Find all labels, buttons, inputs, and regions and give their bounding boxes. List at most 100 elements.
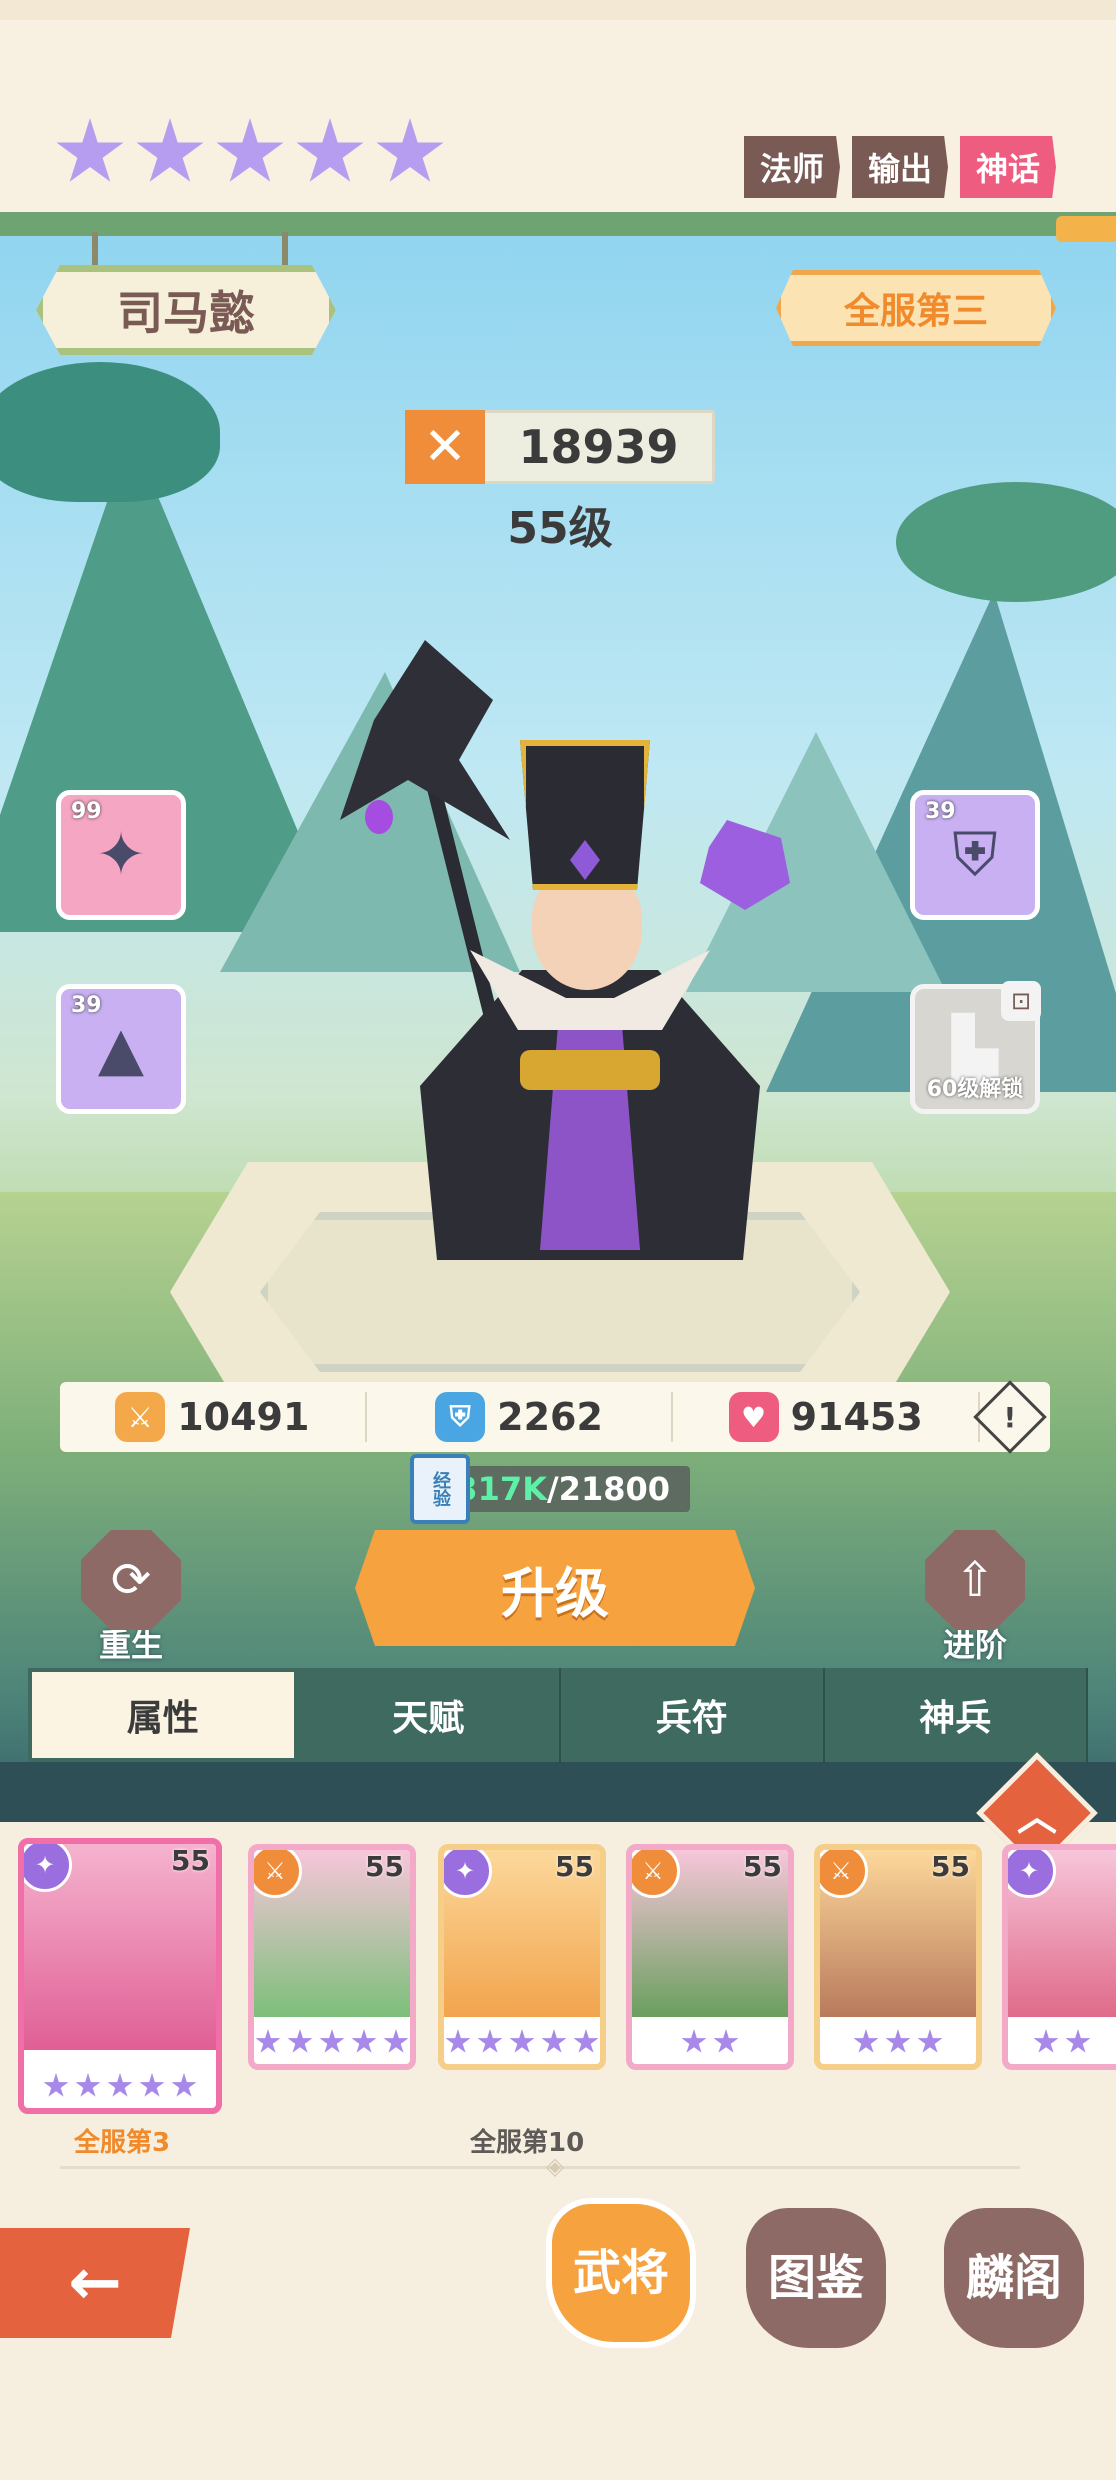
tab-divine-weapon[interactable]: 神兵 bbox=[824, 1668, 1088, 1762]
tab-label: 兵符 bbox=[655, 1698, 728, 1739]
star-icon bbox=[853, 2029, 879, 2053]
equip-slot-boots[interactable]: ▙ 60级解锁 ⊡ bbox=[910, 981, 1041, 1114]
scene-top-ribbon bbox=[0, 212, 1116, 242]
divider-ornament-icon: ◈ bbox=[545, 2152, 565, 2180]
star-icon bbox=[1033, 2029, 1059, 2053]
tree-right bbox=[896, 482, 1116, 602]
card-level: 55 bbox=[743, 1850, 782, 1883]
card-level: 55 bbox=[365, 1850, 404, 1883]
rebirth-icon: ⟳ bbox=[81, 1530, 181, 1630]
nav-label: 图鉴 bbox=[767, 2250, 864, 2306]
card-level: 55 bbox=[555, 1850, 594, 1883]
star-icon bbox=[216, 118, 284, 182]
tab-attributes[interactable]: 属性 bbox=[28, 1668, 298, 1762]
exp-bar: 经验 317K /21800 bbox=[410, 1454, 690, 1524]
combat-power: ✕ 18939 bbox=[405, 410, 715, 484]
detail-tabs: 属性 天赋 兵符 神兵 bbox=[28, 1668, 1088, 1762]
tag-mage: 法师 bbox=[743, 136, 840, 198]
equip-slot-hat[interactable]: 39 ▲ bbox=[56, 984, 186, 1114]
staff-gem bbox=[365, 800, 393, 834]
card-stars bbox=[254, 2024, 410, 2060]
nav-label: 武将 bbox=[572, 2245, 669, 2301]
belt bbox=[520, 1050, 660, 1090]
exp-book-icon: 经验 bbox=[410, 1454, 470, 1524]
mage-class-icon: ✦ bbox=[444, 1850, 492, 1898]
star-icon bbox=[383, 2029, 409, 2053]
star-icon bbox=[43, 2073, 69, 2097]
upgrade-label: 升级 bbox=[501, 1561, 609, 1625]
hero-star-rating bbox=[55, 118, 445, 188]
card-stars bbox=[24, 2068, 216, 2104]
warrior-class-icon: ⚔ bbox=[254, 1850, 302, 1898]
server-rank-badge[interactable]: 全服第三 bbox=[776, 270, 1056, 346]
star-icon bbox=[477, 2029, 503, 2053]
tab-label: 神兵 bbox=[919, 1698, 992, 1739]
rebirth-button[interactable]: ⟳ 重生 bbox=[76, 1530, 186, 1666]
star-icon bbox=[445, 2029, 471, 2053]
star-icon bbox=[376, 118, 444, 182]
card-stars bbox=[632, 2024, 788, 2060]
hero-card[interactable]: ✦ 55 bbox=[438, 1844, 606, 2070]
arrow-left-icon: ← bbox=[68, 2246, 122, 2320]
floating-orb bbox=[700, 820, 790, 910]
hero-level: 55级 bbox=[507, 503, 613, 554]
card-stars bbox=[444, 2024, 600, 2060]
hp-value: 91453 bbox=[790, 1395, 923, 1439]
hero-name-sign: 司马懿 bbox=[36, 265, 336, 355]
combat-power-value: 18939 bbox=[518, 420, 679, 474]
hero-character[interactable] bbox=[270, 620, 830, 1270]
nav-label: 麟阁 bbox=[965, 2250, 1062, 2306]
star-icon bbox=[107, 2073, 133, 2097]
shield-icon: ⛨ bbox=[435, 1392, 486, 1442]
star-icon bbox=[255, 2029, 281, 2053]
equip-level: 99 bbox=[71, 799, 102, 824]
nav-qilin-pavilion[interactable]: 麟阁 bbox=[944, 2208, 1084, 2348]
advance-button[interactable]: ⇧ 进阶 bbox=[920, 1530, 1030, 1666]
chevron-up-icon: ︿ bbox=[1017, 1794, 1057, 1840]
hero-card[interactable]: ✦ bbox=[1002, 1844, 1116, 2070]
star-icon bbox=[296, 118, 364, 182]
tab-talent[interactable]: 天赋 bbox=[297, 1668, 561, 1762]
tab-label: 天赋 bbox=[392, 1698, 465, 1739]
upgrade-button[interactable]: 升级 bbox=[355, 1530, 755, 1646]
hero-card-rank-label: 全服第3 bbox=[74, 2128, 171, 2158]
equip-slot-armor[interactable]: 39 ⛨ bbox=[910, 790, 1040, 920]
star-icon bbox=[1065, 2029, 1091, 2053]
stats-info-button[interactable]: ! bbox=[973, 1380, 1047, 1454]
unlock-requirement: 60级解锁 bbox=[926, 1077, 1024, 1102]
crossed-swords-icon: ✕ bbox=[405, 410, 485, 484]
mage-class-icon: ✦ bbox=[1008, 1850, 1056, 1898]
sword-icon: ⚔ bbox=[115, 1392, 166, 1442]
equip-level: 39 bbox=[71, 993, 102, 1018]
hero-card[interactable]: ✦ 55 bbox=[18, 1838, 222, 2114]
top-band: 法师 输出 神话 bbox=[0, 0, 1116, 215]
star-icon bbox=[713, 2029, 739, 2053]
card-level: 55 bbox=[931, 1850, 970, 1883]
star-icon bbox=[319, 2029, 345, 2053]
star-icon bbox=[541, 2029, 567, 2053]
tab-tally[interactable]: 兵符 bbox=[561, 1668, 825, 1762]
hero-card[interactable]: ⚔ 55 bbox=[814, 1844, 982, 2070]
star-icon bbox=[573, 2029, 599, 2053]
tree-left bbox=[0, 362, 220, 502]
nav-generals[interactable]: 武将 bbox=[546, 2198, 696, 2348]
star-icon bbox=[56, 118, 124, 182]
stats-bar: ⚔ 10491 ⛨ 2262 ♥ 91453 ! bbox=[60, 1380, 1050, 1454]
star-icon bbox=[75, 2073, 101, 2097]
hero-list[interactable]: ✦ 55 ⚔ 55 ✦ 55 ⚔ 55 ⚔ 55 ✦ bbox=[0, 1838, 1116, 2168]
nav-codex[interactable]: 图鉴 bbox=[746, 2208, 886, 2348]
server-rank-text: 全服第三 bbox=[843, 291, 988, 332]
star-icon bbox=[136, 118, 204, 182]
exp-book-label: 经验 bbox=[430, 1471, 451, 1507]
equip-slot-weapon[interactable]: 99 ✦ bbox=[56, 790, 186, 920]
card-stars bbox=[820, 2024, 976, 2060]
exp-required: /21800 bbox=[546, 1470, 670, 1508]
tab-label: 属性 bbox=[126, 1698, 199, 1739]
lock-icon: ⊡ bbox=[1001, 981, 1041, 1021]
warrior-class-icon: ⚔ bbox=[820, 1850, 868, 1898]
hero-card[interactable]: ⚔ 55 bbox=[248, 1844, 416, 2070]
star-icon bbox=[681, 2029, 707, 2053]
back-button[interactable]: ← bbox=[0, 2228, 190, 2338]
hero-card[interactable]: ⚔ 55 bbox=[626, 1844, 794, 2070]
armor-icon: ⛨ bbox=[952, 820, 998, 890]
